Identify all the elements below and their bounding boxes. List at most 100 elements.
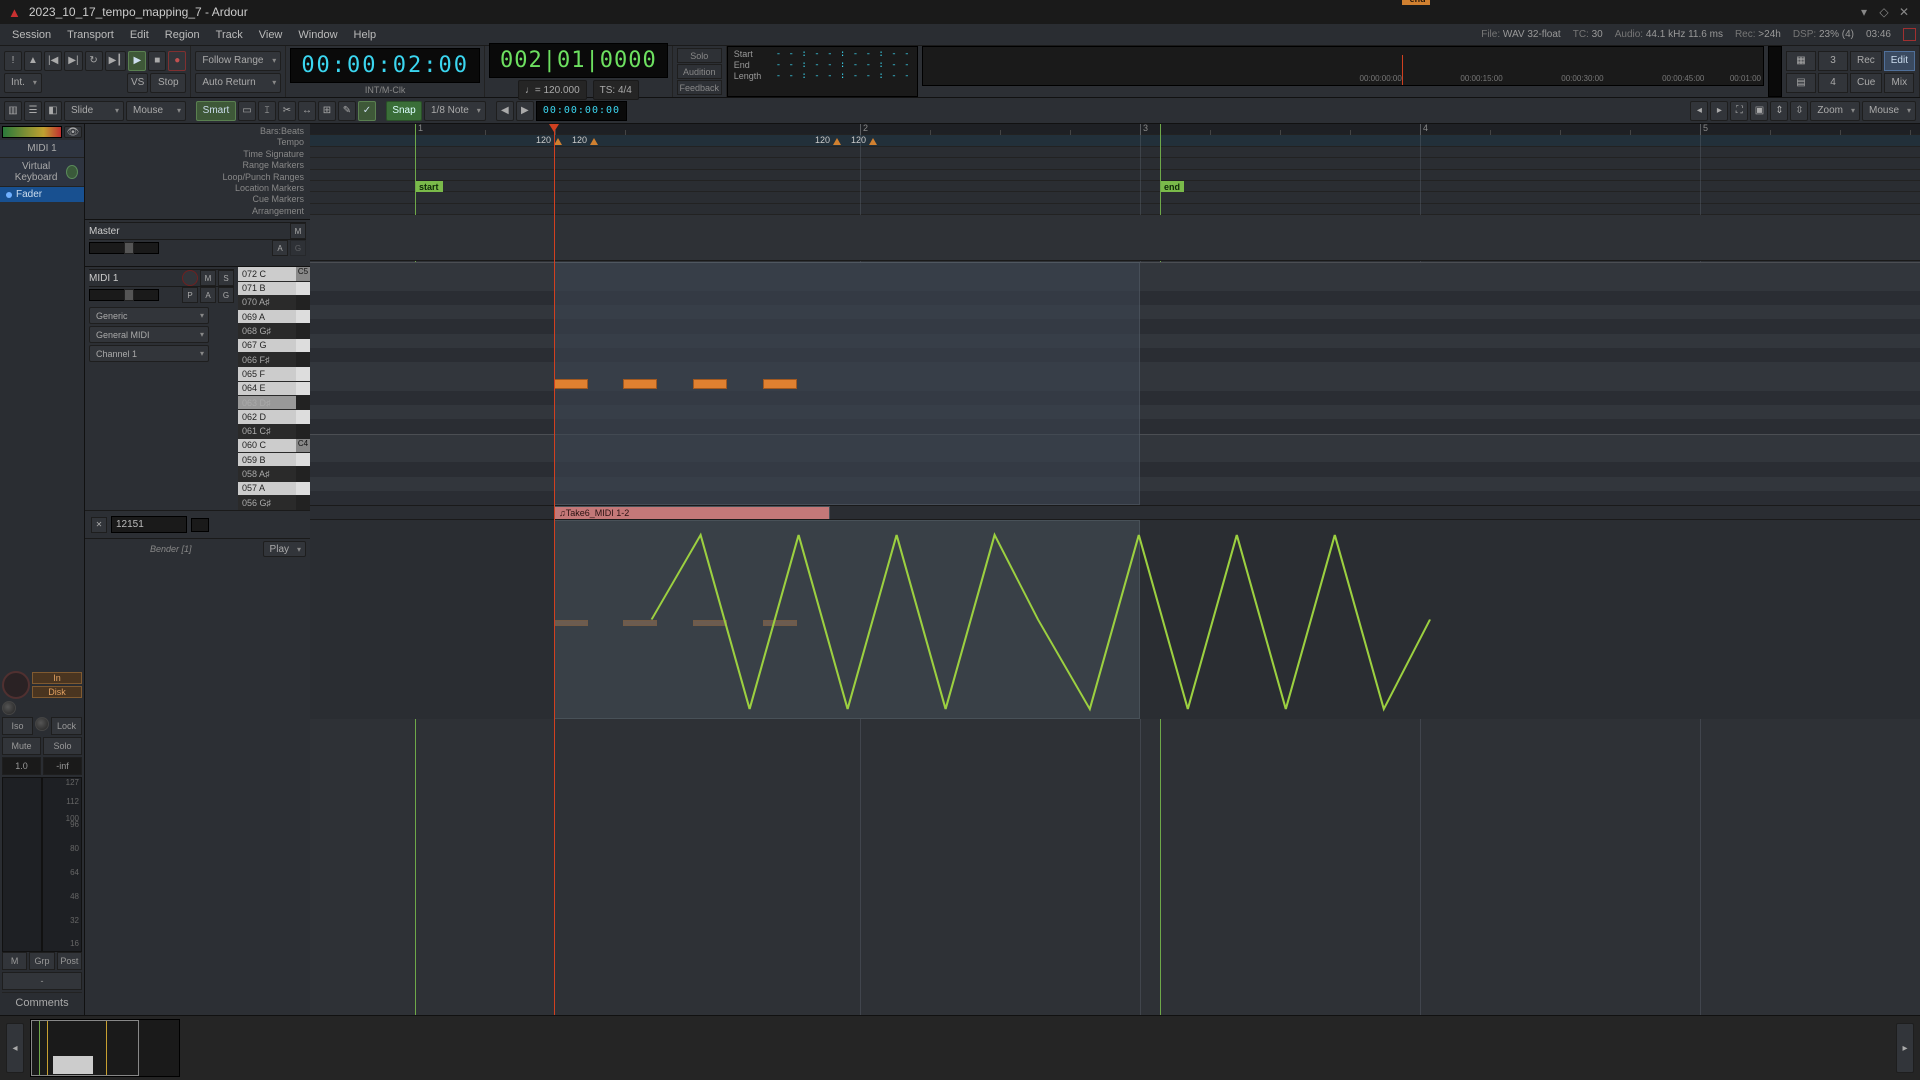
goto-start-button[interactable]: |◀ xyxy=(44,51,62,71)
master-group[interactable]: G xyxy=(290,240,306,256)
cue-tab-button[interactable]: Cue xyxy=(1850,73,1882,93)
midi-patch-select[interactable]: Generic xyxy=(89,307,209,324)
varispeed-button[interactable]: VS xyxy=(127,73,148,93)
midi-solo[interactable]: S xyxy=(218,270,234,286)
menu-region[interactable]: Region xyxy=(157,26,208,44)
trim-knob[interactable] xyxy=(2,701,16,715)
gain-display[interactable]: 1.0 xyxy=(2,757,41,775)
close-icon[interactable]: ✕ xyxy=(1896,4,1912,20)
fader-area[interactable]: 127 112 100 96 80 64 48 32 16 xyxy=(2,777,82,952)
mix-tab-button[interactable]: Mix xyxy=(1884,73,1914,93)
minimize-icon[interactable]: ▾ xyxy=(1856,4,1872,20)
master-fader[interactable] xyxy=(89,242,159,254)
midi-playlist[interactable]: P xyxy=(182,287,198,303)
stretch-tool-button[interactable]: ↔ xyxy=(298,101,316,121)
timesig-display[interactable]: TS: 4/4 xyxy=(593,80,639,100)
edit-mode-select[interactable]: Slide xyxy=(64,101,124,121)
audition-alert-button[interactable]: Audition xyxy=(677,64,722,79)
grid-tool-button[interactable]: ⊞ xyxy=(318,101,336,121)
summary-view[interactable] xyxy=(30,1019,180,1077)
peak-display[interactable]: -inf xyxy=(43,757,82,775)
midi-group[interactable]: G xyxy=(218,287,234,303)
comments-button[interactable]: Comments xyxy=(2,992,82,1013)
draw-tool-button[interactable]: ✎ xyxy=(338,101,356,121)
loop-button[interactable]: ↻ xyxy=(85,51,103,71)
edit-tab-button[interactable]: Edit xyxy=(1884,51,1915,71)
show-mixer-button[interactable]: ▥ xyxy=(4,101,22,121)
nudge-back-button[interactable]: ◀ xyxy=(496,101,514,121)
menu-edit[interactable]: Edit xyxy=(122,26,157,44)
mini-end-marker[interactable]: end xyxy=(1406,0,1430,5)
error-indicator-icon[interactable] xyxy=(1903,28,1916,41)
m-output-button[interactable]: M xyxy=(2,952,27,970)
summary-left-button[interactable]: ◂ xyxy=(6,1023,24,1073)
auto-return-select[interactable]: Auto Return xyxy=(195,73,281,93)
strip-name[interactable]: MIDI 1 xyxy=(0,140,84,158)
master-mute[interactable]: M xyxy=(290,223,306,239)
auto-value-input[interactable] xyxy=(111,516,187,533)
midi-fader[interactable] xyxy=(89,289,159,301)
rec-tab-button[interactable]: Rec xyxy=(1850,51,1882,71)
menu-session[interactable]: Session xyxy=(4,26,59,44)
object-tool-button[interactable]: ▭ xyxy=(238,101,256,121)
nudge-forward-button[interactable]: ▶ xyxy=(516,101,534,121)
monitor-in-button[interactable]: In xyxy=(32,672,82,684)
solo-button[interactable]: Solo xyxy=(43,737,82,755)
stop-label-button[interactable]: Stop xyxy=(150,73,186,93)
maximize-icon[interactable]: ◇ xyxy=(1876,4,1892,20)
record-button[interactable]: ● xyxy=(168,51,186,71)
zoom-out-button[interactable]: ◂ xyxy=(1690,101,1708,121)
smart-mode-button[interactable]: Smart xyxy=(196,101,236,121)
monitor-disk-button[interactable]: Disk xyxy=(32,686,82,698)
menu-track[interactable]: Track xyxy=(208,26,251,44)
master-auto[interactable]: A xyxy=(272,240,288,256)
midi-mute[interactable]: M xyxy=(200,270,216,286)
midi-panic-button[interactable]: ! xyxy=(4,51,22,71)
fader-processor[interactable]: Fader xyxy=(0,187,84,202)
menu-view[interactable]: View xyxy=(251,26,291,44)
metronome-button[interactable]: ▲ xyxy=(24,51,42,71)
mixer-list-button[interactable]: ▤ xyxy=(1786,73,1816,93)
num3-button[interactable]: 3 xyxy=(1818,51,1848,71)
nudge-clock[interactable]: 00:00:00:00 xyxy=(536,101,627,121)
hide-button[interactable]: ◧ xyxy=(44,101,62,121)
goto-end-button[interactable]: ▶| xyxy=(64,51,82,71)
shrink-tracks-button[interactable]: ⇳ xyxy=(1790,101,1808,121)
midi-track-header[interactable]: MIDI 1MS PAG Generic General MIDI Channe… xyxy=(85,266,310,510)
auto-hide[interactable]: ✕ xyxy=(91,517,107,533)
follow-range-select[interactable]: Follow Range xyxy=(195,51,281,71)
zoom-in-button[interactable]: ▸ xyxy=(1710,101,1728,121)
lock-button[interactable]: Lock xyxy=(51,717,82,735)
num4-button[interactable]: 4 xyxy=(1818,73,1848,93)
meter-point-button[interactable]: Post xyxy=(57,952,82,970)
cut-tool-button[interactable]: ✂ xyxy=(278,101,296,121)
edit-tool-button[interactable]: ✓ xyxy=(358,101,376,121)
solo-alert-button[interactable]: Solo xyxy=(677,48,722,63)
midi-rec[interactable] xyxy=(182,270,198,286)
expand-tracks-button[interactable]: ⇕ xyxy=(1770,101,1788,121)
midi-channel-select[interactable]: Channel 1 xyxy=(89,345,209,362)
mute-button[interactable]: Mute xyxy=(2,737,41,755)
secondary-clock[interactable]: 002|01|0000 xyxy=(489,43,668,78)
zoom-focus-select[interactable]: Zoom xyxy=(1810,101,1860,121)
tempo-display[interactable]: ♩= 120.000 xyxy=(518,80,587,100)
zoom-fit-button[interactable]: ⛶ xyxy=(1730,101,1748,121)
grid-select[interactable]: 1/8 Note xyxy=(424,101,486,121)
editor-canvas[interactable]: 12345120 120 120 120 startend ♫Take6_MID… xyxy=(310,124,1920,1015)
feedback-alert-button[interactable]: Feedback xyxy=(677,80,722,95)
strip-record-button[interactable] xyxy=(2,671,30,699)
piano-keys[interactable]: C5C4 xyxy=(296,267,310,510)
show-props-button[interactable]: ☰ xyxy=(24,101,42,121)
edit-point-select[interactable]: Mouse xyxy=(126,101,186,121)
automation-header[interactable]: ✕ xyxy=(85,510,310,538)
stop-button[interactable]: ■ xyxy=(148,51,166,71)
meter-hide-button[interactable]: 👁 xyxy=(64,126,82,138)
master-track-header[interactable]: MasterM AG xyxy=(85,219,310,266)
zoom-mouse-select[interactable]: Mouse xyxy=(1862,101,1916,121)
play-range-button[interactable]: ▶┃ xyxy=(105,51,127,71)
virtual-keyboard-button[interactable]: Virtual Keyboard xyxy=(0,158,84,187)
auto-mode-select[interactable]: Play xyxy=(263,541,306,557)
group-button[interactable]: Grp xyxy=(29,952,54,970)
play-button[interactable]: ▶ xyxy=(128,51,146,71)
menu-help[interactable]: Help xyxy=(346,26,385,44)
